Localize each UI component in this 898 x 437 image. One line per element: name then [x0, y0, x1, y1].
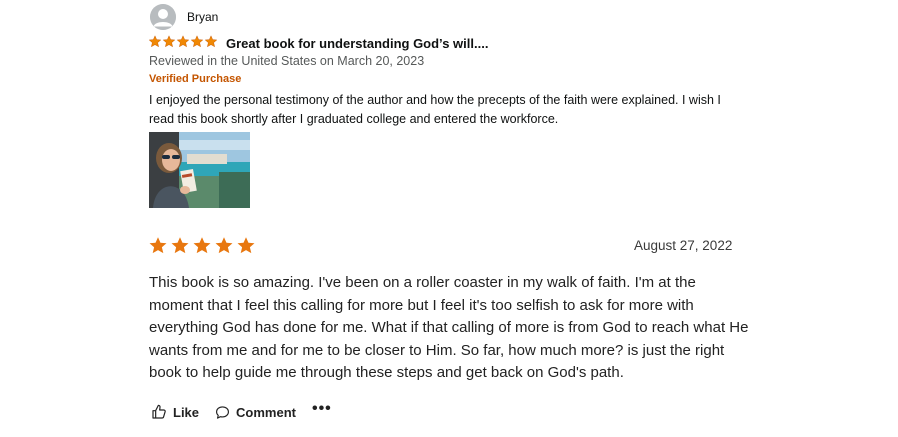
comment-button[interactable]: Comment: [215, 405, 296, 420]
review-actions: Like Comment •••: [151, 400, 332, 420]
reviewer-name[interactable]: Bryan: [187, 10, 218, 24]
star-icon: [148, 35, 162, 48]
star-icon: [162, 35, 176, 48]
comment-label: Comment: [236, 404, 296, 420]
star-icon: [149, 237, 167, 254]
review-image: [149, 132, 250, 208]
star-icon: [204, 35, 218, 48]
star-icon: [215, 237, 233, 254]
review-title[interactable]: Great book for understanding God’s will.…: [226, 36, 488, 51]
verified-purchase-badge: Verified Purchase: [149, 73, 242, 85]
thumbs-up-icon: [152, 404, 166, 419]
star-rating[interactable]: [148, 35, 218, 48]
review-body: I enjoyed the personal testimony of the …: [149, 93, 721, 126]
more-options-icon[interactable]: •••: [312, 400, 332, 418]
star-icon: [237, 237, 255, 254]
star-icon: [190, 35, 204, 48]
like-button[interactable]: Like: [151, 404, 199, 420]
person-icon: [150, 4, 176, 30]
star-rating: [148, 236, 256, 255]
review-photo[interactable]: [149, 132, 250, 208]
review-date: Reviewed in the United States on March 2…: [149, 54, 425, 68]
star-icon: [193, 237, 211, 254]
avatar[interactable]: [150, 4, 176, 30]
review-body: This book is so amazing. I've been on a …: [149, 274, 749, 381]
speech-bubble-icon: [216, 405, 230, 419]
star-icon: [171, 237, 189, 254]
like-label: Like: [173, 404, 200, 420]
star-icon: [176, 35, 190, 48]
review-date: August 27, 2022: [634, 238, 733, 253]
